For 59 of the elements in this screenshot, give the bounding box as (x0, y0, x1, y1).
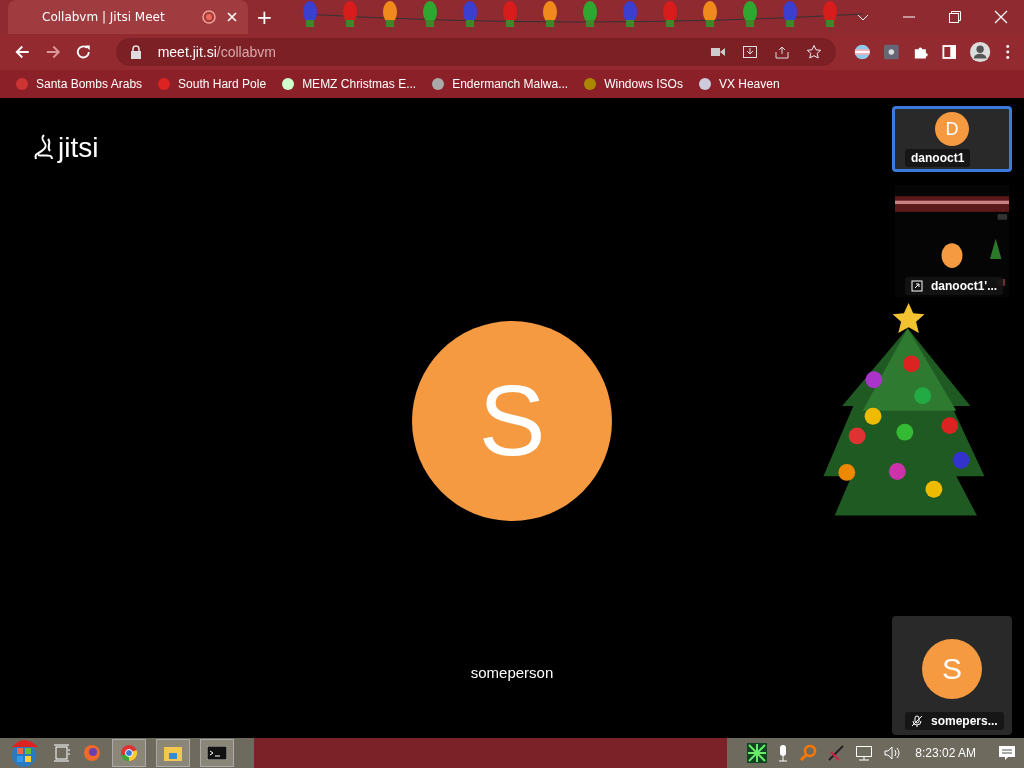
microphone-icon[interactable] (777, 744, 790, 762)
address-bar[interactable]: meet.jit.si/collabvm (115, 38, 836, 66)
avatar: S (922, 638, 982, 699)
participant-name: someperson (470, 664, 554, 681)
url-text: meet.jit.si/collabvm (157, 44, 276, 60)
bookmark-icon (14, 76, 30, 92)
camera-icon[interactable] (709, 45, 726, 59)
participant-tile[interactable]: danooct1'... (892, 182, 1012, 300)
close-icon[interactable] (226, 11, 238, 23)
console-icon (207, 746, 227, 760)
tab-title: Collabvm | Jitsi Meet (42, 10, 166, 24)
logo-text: jitsi (58, 132, 99, 164)
flag-icon[interactable] (853, 43, 871, 61)
bookmark-icon (582, 76, 599, 92)
forward-icon[interactable] (44, 43, 62, 61)
share-icon[interactable] (773, 44, 790, 60)
bookmark-icon (156, 76, 173, 92)
bookmark[interactable]: VX Heaven (696, 76, 780, 92)
participant-name: somepers... (931, 714, 998, 728)
avatar: D (935, 112, 969, 146)
lock-icon (129, 45, 142, 59)
participant-name: danooct1 (911, 151, 965, 165)
notifications-icon[interactable] (998, 744, 1016, 762)
profile-icon[interactable] (970, 41, 991, 63)
chrome-taskbar-button[interactable] (112, 739, 146, 767)
bookmark[interactable]: Endermanch Malwa... (430, 76, 569, 92)
screen-share-icon (911, 280, 923, 292)
slash-icon[interactable] (827, 744, 846, 762)
participant-tile[interactable]: D danooct1 (892, 106, 1012, 172)
restore-icon[interactable] (948, 10, 962, 24)
volume-icon[interactable] (883, 744, 902, 762)
network-icon[interactable] (855, 744, 874, 762)
participant-avatar: S (412, 320, 612, 521)
menu-icon[interactable] (1004, 44, 1011, 60)
close-icon[interactable] (994, 10, 1008, 24)
new-tab-button[interactable]: + (248, 5, 281, 29)
folder-icon (163, 744, 183, 762)
install-icon[interactable] (741, 44, 758, 60)
side-panel-icon[interactable] (941, 44, 957, 60)
tray-app-icon[interactable] (747, 743, 768, 763)
bookmark[interactable]: Windows ISOs (582, 76, 683, 92)
bookmark-icon (430, 76, 447, 92)
participant-name: danooct1'... (931, 279, 998, 293)
reload-icon[interactable] (75, 43, 92, 61)
puzzle-icon[interactable] (912, 44, 928, 60)
bookmark-icon (280, 76, 297, 92)
clock[interactable]: 8:23:02 AM (915, 746, 976, 760)
chrome-icon (119, 743, 139, 763)
task-view-icon[interactable] (52, 743, 72, 763)
extension-icon[interactable] (884, 44, 899, 60)
star-icon[interactable] (805, 44, 822, 60)
participant-tile[interactable]: S somepers... (892, 616, 1012, 735)
bookmark-icon (696, 76, 713, 92)
console-taskbar-button[interactable] (200, 739, 234, 767)
bookmark[interactable]: Santa Bombs Arabs (14, 76, 143, 92)
bookmark[interactable]: South Hard Pole (156, 76, 267, 92)
bookmark[interactable]: MEMZ Christmas E... (280, 76, 417, 92)
back-icon[interactable] (14, 43, 31, 61)
browser-tab[interactable]: Collabvm | Jitsi Meet (8, 0, 248, 34)
